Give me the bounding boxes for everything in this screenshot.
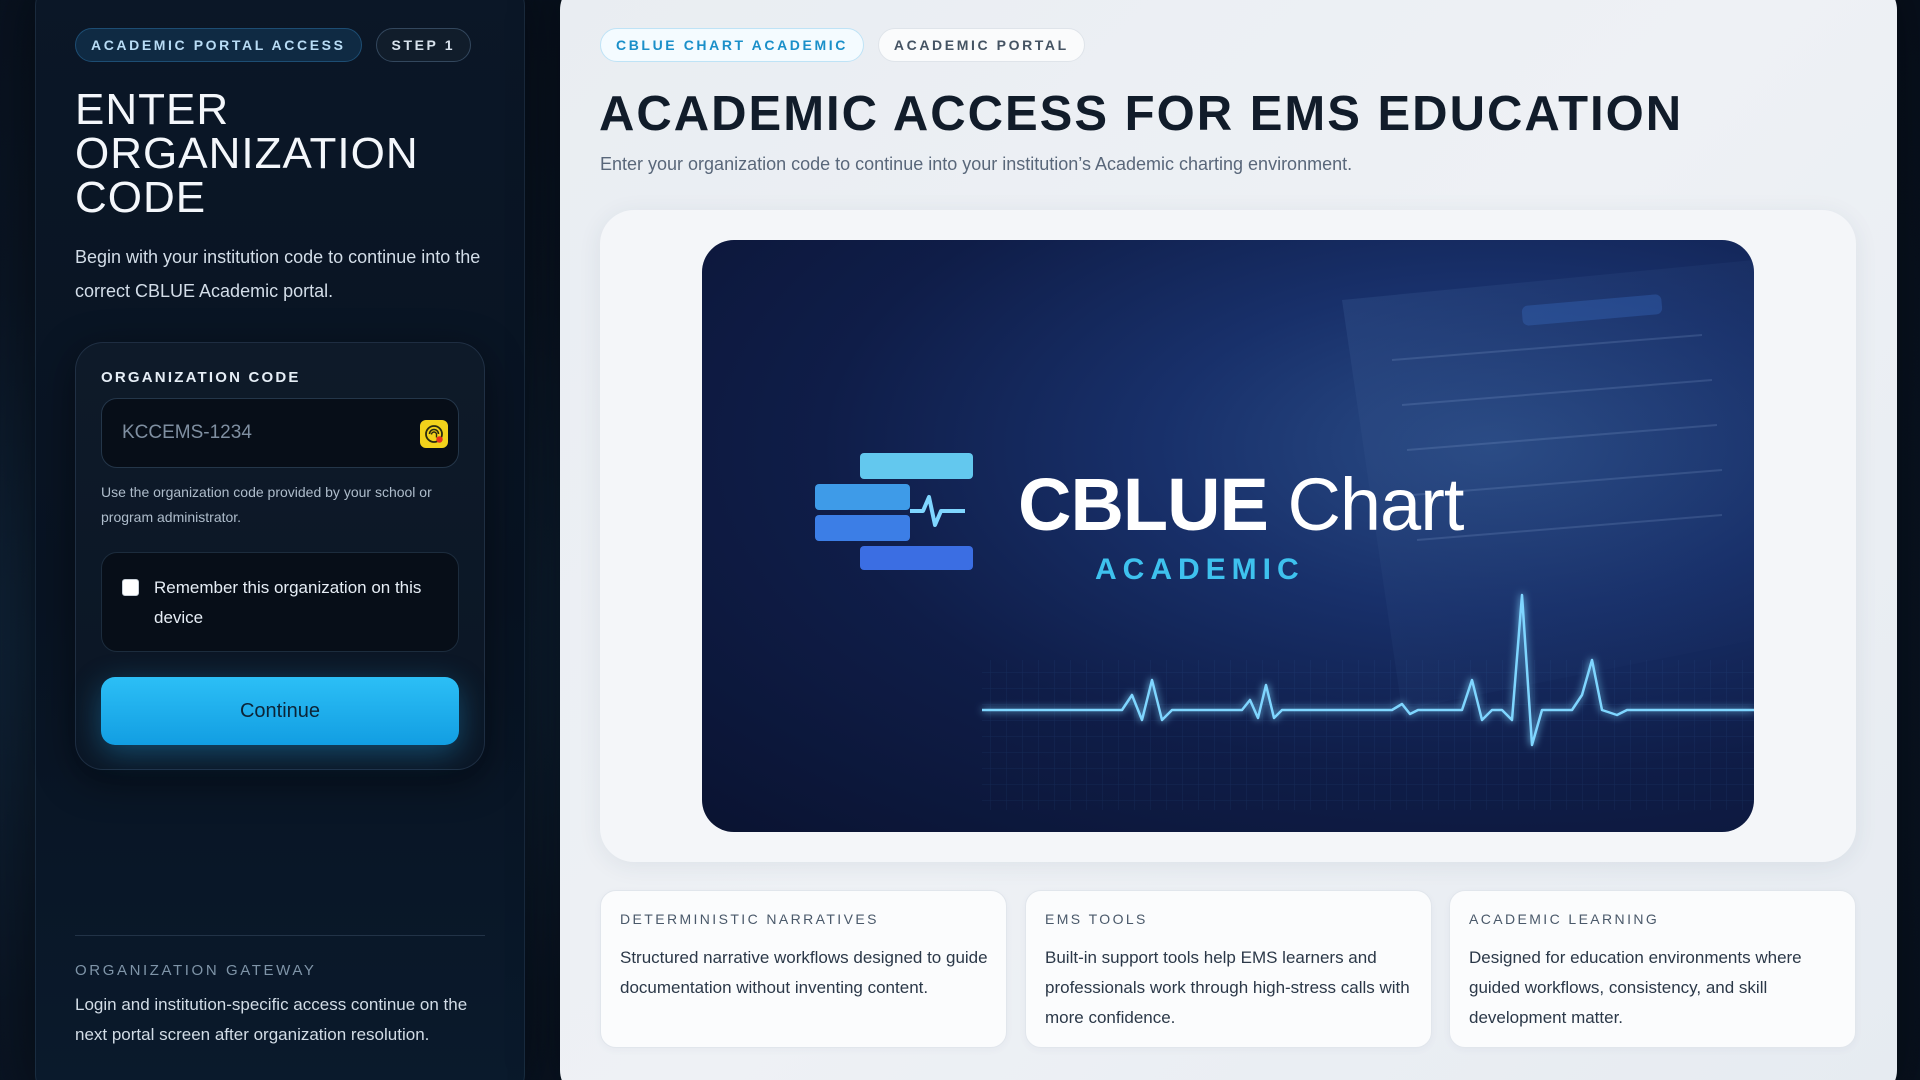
organization-form: ORGANIZATION CODE Use the organization c… [75, 342, 485, 770]
main-subtitle: Enter your organization code to continue… [600, 154, 1353, 174]
cblue-logo-mark [815, 453, 973, 570]
feature-card-academic-learning: ACADEMIC LEARNING Designed for education… [1449, 890, 1856, 1048]
hero-image: CBLUE Chart ACADEMIC [702, 240, 1754, 832]
feature-card-text: Designed for education environments wher… [1469, 948, 1802, 1027]
brand-name-light: Chart [1267, 463, 1464, 546]
panel-description: Begin with your institution code to cont… [75, 247, 481, 301]
gateway-description: Login and institution-specific access co… [75, 995, 468, 1044]
right-pill-row: CBLUE CHART ACADEMIC ACADEMIC PORTAL [600, 28, 1085, 62]
left-pill-row: ACADEMIC PORTAL ACCESS STEP 1 [75, 28, 472, 62]
remember-organization-option[interactable]: Remember this organization on this devic… [101, 552, 459, 652]
feature-card-text: Built-in support tools help EMS learners… [1045, 948, 1410, 1027]
password-manager-icon[interactable] [420, 420, 448, 448]
feature-card-narratives: DETERMINISTIC NARRATIVES Structured narr… [600, 890, 1007, 1048]
brand-name-bold: CBLUE [1018, 463, 1269, 546]
portal-access-badge: ACADEMIC PORTAL ACCESS [75, 28, 362, 62]
remember-checkbox[interactable] [122, 579, 139, 596]
feature-card-title: EMS TOOLS [1045, 911, 1148, 927]
remember-label[interactable]: Remember this organization on this devic… [154, 573, 444, 633]
organization-code-label: ORGANIZATION CODE [101, 369, 301, 386]
brand-subtitle: ACADEMIC [1095, 553, 1305, 586]
portal-badge: ACADEMIC PORTAL [877, 28, 1085, 62]
brand-name: CBLUE Chart [1018, 468, 1464, 542]
section-divider [75, 935, 485, 936]
organization-code-helper: Use the organization code provided by yo… [101, 484, 432, 525]
step-badge: STEP 1 [375, 28, 472, 62]
gateway-title: ORGANIZATION GATEWAY [75, 962, 317, 979]
feature-card-text: Structured narrative workflows designed … [620, 948, 988, 997]
main-title: ACADEMIC ACCESS FOR EMS EDUCATION [599, 87, 1684, 141]
organization-code-input[interactable] [122, 422, 412, 444]
feature-card-ems-tools: EMS TOOLS Built-in support tools help EM… [1025, 890, 1432, 1048]
organization-code-field-wrapper[interactable] [101, 398, 459, 468]
feature-card-title: DETERMINISTIC NARRATIVES [620, 911, 879, 927]
product-badge: CBLUE CHART ACADEMIC [600, 28, 864, 62]
page: ACADEMIC PORTAL ACCESS STEP 1 ENTER ORGA… [0, 0, 1920, 1080]
feature-card-title: ACADEMIC LEARNING [1469, 911, 1660, 927]
continue-button[interactable]: Continue [101, 677, 459, 745]
panel-title: ENTER ORGANIZATION CODE [75, 85, 419, 222]
